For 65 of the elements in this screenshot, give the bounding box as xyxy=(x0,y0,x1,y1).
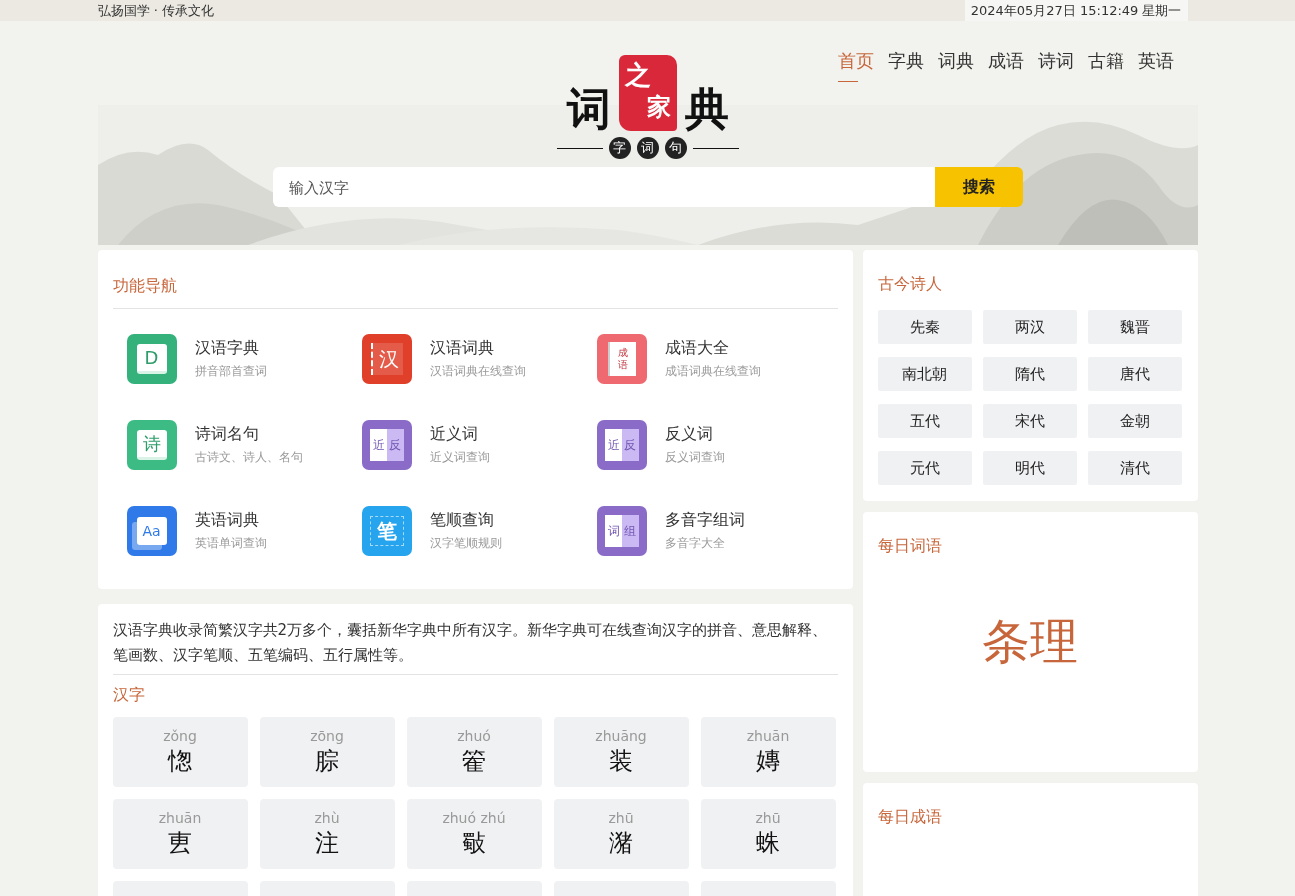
feature-link[interactable]: 多音字组词 xyxy=(664,509,745,531)
book-icon[interactable]: 汉 xyxy=(361,334,412,384)
era-link[interactable]: 五代 xyxy=(877,404,972,438)
feature-link[interactable]: 成语大全 xyxy=(664,337,761,359)
character-card[interactable]: zhuó zhú 斀 xyxy=(406,799,542,869)
feature-subtitle: 汉语词典在线查询 xyxy=(429,363,526,379)
nav-link[interactable]: 诗词 xyxy=(1037,49,1074,82)
notebook-icon[interactable]: 成 语 xyxy=(596,334,647,384)
section-title: 每日词语 xyxy=(877,535,943,557)
nav-link[interactable]: 词典 xyxy=(937,49,974,82)
daily-word-link[interactable]: 条理 xyxy=(877,610,1183,674)
feature-link[interactable]: 反义词 xyxy=(664,423,725,445)
open-book-icon[interactable]: 词 组 xyxy=(596,506,647,556)
feature-subtitle: 近义词查询 xyxy=(429,449,490,465)
character-card[interactable]: zhuāng 装 xyxy=(553,717,689,787)
intro-text: 汉语字典收录简繁汉字共2万多个，囊括新华字典中所有汉字。新华字典可在线查询汉字的拼音、意思解释、笔画数、汉字笔顺、五笔编码、五行属性等。 xyxy=(112,618,838,675)
nav-link[interactable]: 字典 xyxy=(887,49,924,82)
nav-link[interactable]: 首页 xyxy=(837,49,874,82)
feature-link[interactable]: 诗词名句 xyxy=(194,423,303,445)
era-link[interactable]: 隋代 xyxy=(982,357,1077,391)
open-book-icon[interactable]: 近 反 xyxy=(361,420,412,470)
section-title: 每日成语 xyxy=(877,806,943,828)
character-card[interactable]: zhuó 篧 xyxy=(406,717,542,787)
slogan-text: 弘扬国学 · 传承文化 xyxy=(97,1,214,20)
era-link[interactable]: 南北朝 xyxy=(877,357,972,391)
feature-subtitle: 拼音部首查词 xyxy=(194,363,267,379)
feature-subtitle: 汉字笔顺规则 xyxy=(429,535,502,551)
era-link[interactable]: 两汉 xyxy=(982,310,1077,344)
character-card[interactable]: zhù 注 xyxy=(259,799,395,869)
feature-link[interactable]: 汉语词典 xyxy=(429,337,526,359)
feature-subtitle: 成语词典在线查询 xyxy=(664,363,761,379)
open-book-icon[interactable]: 近 反 xyxy=(596,420,647,470)
search-field[interactable]: 输入汉字 xyxy=(272,167,935,207)
era-link[interactable]: 魏晋 xyxy=(1087,310,1182,344)
section-title: 汉字 xyxy=(112,684,146,706)
date-time: 2024年05月27日 15:12:49 星期一 xyxy=(964,0,1188,21)
search-button[interactable]: 搜索 xyxy=(934,167,1023,207)
character-card[interactable]: zōng 腙 xyxy=(259,717,395,787)
site-logo[interactable]: 词 之 家 典 字 词 句 xyxy=(552,55,743,159)
era-link[interactable]: 清代 xyxy=(1087,451,1182,485)
character-card[interactable]: zhū 蛛 xyxy=(700,799,836,869)
character-card[interactable]: zhuān 嫥 xyxy=(700,717,836,787)
era-link[interactable]: 宋代 xyxy=(982,404,1077,438)
feature-subtitle: 反义词查询 xyxy=(664,449,725,465)
era-link[interactable]: 金朝 xyxy=(1087,404,1182,438)
section-title: 古今诗人 xyxy=(877,273,943,295)
feature-subtitle: 多音字大全 xyxy=(664,535,726,551)
feature-subtitle: 古诗文、诗人、名句 xyxy=(194,449,303,465)
era-link[interactable]: 明代 xyxy=(982,451,1077,485)
nav-link[interactable]: 成语 xyxy=(987,49,1024,82)
feature-link[interactable]: 英语词典 xyxy=(194,509,267,531)
character-card[interactable]: zhuān 叀 xyxy=(112,799,248,869)
feature-link[interactable]: 笔顺查询 xyxy=(429,509,502,531)
feature-link[interactable]: 近义词 xyxy=(429,423,490,445)
nav-link[interactable]: 古籍 xyxy=(1087,49,1124,82)
feature-link[interactable]: 汉语字典 xyxy=(194,337,267,359)
era-link[interactable]: 先秦 xyxy=(877,310,972,344)
section-title: 功能导航 xyxy=(112,264,838,309)
era-link[interactable]: 元代 xyxy=(877,451,972,485)
character-card[interactable]: zǒng 愡 xyxy=(112,717,248,787)
cards-icon[interactable]: Aa xyxy=(126,506,177,556)
era-link[interactable]: 唐代 xyxy=(1087,357,1182,391)
character-card[interactable]: zhū 潴 xyxy=(553,799,689,869)
feature-subtitle: 英语单词查询 xyxy=(194,535,267,551)
nav-link[interactable]: 英语 xyxy=(1137,49,1174,82)
